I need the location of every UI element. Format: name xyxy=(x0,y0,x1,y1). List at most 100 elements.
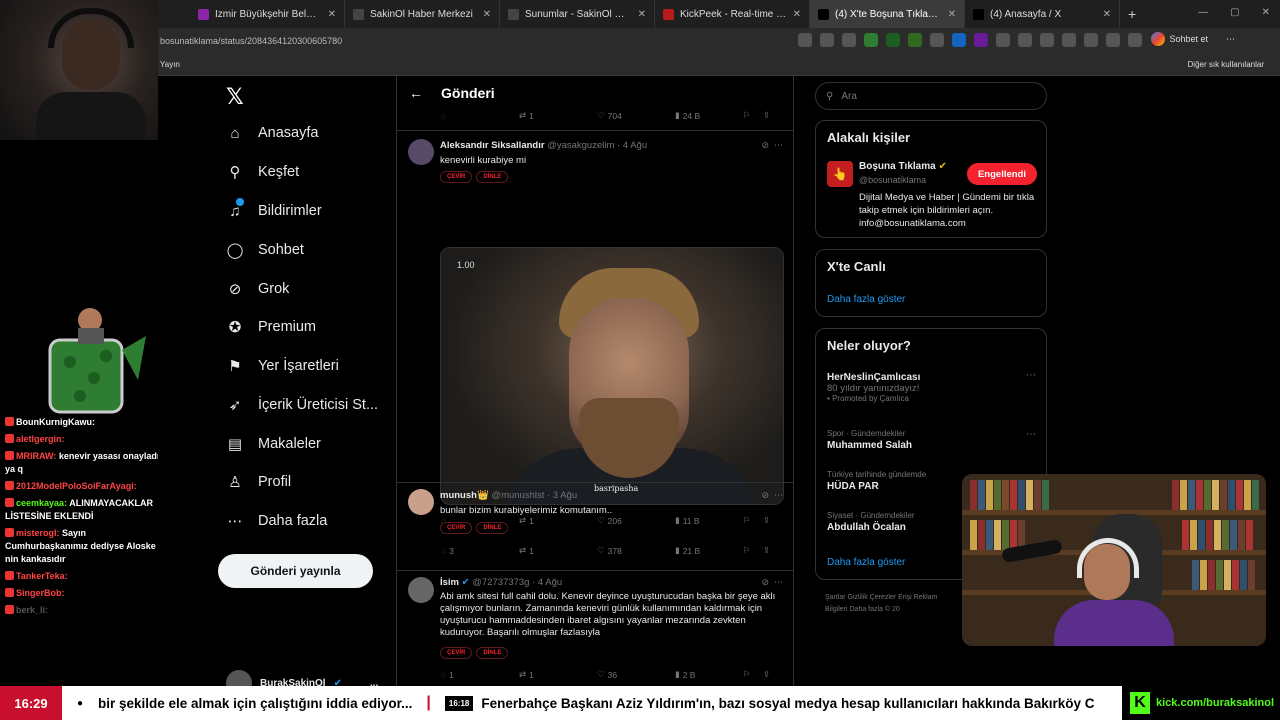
footer-links[interactable]: Şartlar Gizlilik Çerezler Erişi Reklam B… xyxy=(825,592,955,616)
show-more-link[interactable]: Daha fazla göster xyxy=(827,294,905,305)
nav-item-profile[interactable]: ♙ Profil xyxy=(226,473,291,491)
chat-username[interactable]: misterogl: xyxy=(16,528,60,538)
author-handle[interactable]: @munushlst · 3 Ağu xyxy=(491,490,577,501)
post-menu-icon[interactable]: ⊘ ⋯ xyxy=(761,490,783,501)
browser-tab[interactable]: SakinOl Haber Merkezi ✕ xyxy=(345,0,500,28)
extension-icon[interactable] xyxy=(1062,33,1076,47)
reply-post[interactable]: İsim ✔ @72737373g · 4 Ağu ⊘ ⋯ Abi amk si… xyxy=(397,570,793,686)
back-arrow-icon[interactable]: ← xyxy=(409,85,423,101)
trend-more-icon[interactable]: ⋯ xyxy=(1026,429,1036,440)
translate-chip[interactable]: ÇEVİR xyxy=(440,522,473,534)
browser-tab[interactable]: İzmir Büyükşehir Belediyesi'nde y ✕ xyxy=(190,0,345,28)
extension-icon[interactable] xyxy=(864,33,878,47)
trend-item[interactable]: HerNeslinÇamlıcası 80 yıldır yanınızdayı… xyxy=(827,370,920,403)
reply-button[interactable]: ◌ xyxy=(441,111,519,121)
avatar[interactable] xyxy=(408,139,434,165)
chat-username[interactable]: MRIRAW: xyxy=(16,451,56,461)
chat-username[interactable]: TankerTeka: xyxy=(16,571,68,581)
trend-item[interactable]: Siyaset · Gündemdekiler Abdullah Öcalan xyxy=(827,511,915,533)
bookmark-icon[interactable]: ⚐ xyxy=(743,545,763,556)
chat-username[interactable]: SingerBob: xyxy=(16,588,65,598)
avatar[interactable] xyxy=(408,577,434,603)
share-icon[interactable]: ⇪ xyxy=(763,545,770,556)
repost-button[interactable]: ⇄ 1 xyxy=(519,110,597,121)
share-icon[interactable]: ⇪ xyxy=(763,110,770,121)
other-bookmarks[interactable]: Diğer sık kullanılanlar xyxy=(1188,60,1264,69)
post-button[interactable]: Gönderi yayınla xyxy=(218,554,373,588)
related-name[interactable]: Boşuna Tıklama ✔ xyxy=(859,161,947,172)
trend-item[interactable]: Spor · Gündemdekiler Muhammed Salah xyxy=(827,429,912,451)
x-logo-icon[interactable]: 𝕏 xyxy=(226,84,244,110)
window-controls[interactable]: — ▢ ✕ xyxy=(1198,7,1270,18)
bookmark-icon[interactable]: ⚐ xyxy=(743,110,763,121)
extension-icon[interactable] xyxy=(798,33,812,47)
extension-icon[interactable] xyxy=(1106,33,1120,47)
author-name[interactable]: Aleksandır Siksallandır xyxy=(440,140,545,151)
nav-item-rocket[interactable]: ➶ İçerik Üreticisi St... xyxy=(226,396,378,414)
nav-item-more[interactable]: ⋯ Daha fazla xyxy=(226,512,328,530)
chat-username[interactable]: 2012ModelPoloSoiFarAyagi: xyxy=(16,481,137,491)
translate-chip[interactable]: ÇEVİR xyxy=(440,647,473,659)
chat-username[interactable]: aletlgergin: xyxy=(16,434,65,444)
minimize-icon[interactable]: — xyxy=(1198,7,1208,18)
close-tab-icon[interactable]: ✕ xyxy=(1103,9,1111,20)
extension-icon[interactable] xyxy=(886,33,900,47)
extension-icon[interactable] xyxy=(1128,33,1142,47)
extension-icon[interactable] xyxy=(1040,33,1054,47)
extension-icon[interactable] xyxy=(1084,33,1098,47)
reply-button[interactable]: ◌ 3 xyxy=(441,546,519,556)
post-menu-icon[interactable]: ⊘ ⋯ xyxy=(761,140,783,151)
like-button[interactable]: ♡ 704 xyxy=(597,110,675,121)
listen-chip[interactable]: DİNLE xyxy=(476,522,509,534)
bookmark-folder[interactable]: Yayın xyxy=(160,60,180,69)
translate-chip[interactable]: ÇEVİR xyxy=(440,171,473,183)
post-video[interactable]: 1.00 basripasha xyxy=(440,247,784,505)
browser-tab[interactable]: (4) X'te Boşuna Tıklama: "An ✕ xyxy=(810,0,965,28)
nav-item-bell[interactable]: ♫ Bildirimler xyxy=(226,198,322,220)
extension-icon[interactable] xyxy=(1018,33,1032,47)
author-name[interactable]: İsim xyxy=(440,577,459,588)
new-tab-button[interactable]: + xyxy=(1128,6,1136,22)
nav-item-bookmark[interactable]: ⚑ Yer İşaretleri xyxy=(226,357,339,375)
author-handle[interactable]: @yasakguzelim · 4 Ağu xyxy=(547,140,647,151)
nav-item-article[interactable]: ▤ Makaleler xyxy=(226,435,321,453)
like-button[interactable]: ♡ 378 xyxy=(597,545,675,556)
repost-button[interactable]: ⇄ 1 xyxy=(519,545,597,556)
close-tab-icon[interactable]: ✕ xyxy=(948,9,956,20)
close-window-icon[interactable]: ✕ xyxy=(1262,7,1270,18)
share-icon[interactable]: ⇪ xyxy=(763,669,770,680)
show-more-link[interactable]: Daha fazla göster xyxy=(827,557,905,568)
author-name[interactable]: munush👑 xyxy=(440,490,489,501)
chat-username[interactable]: BounKurnigKawu: xyxy=(16,417,95,427)
maximize-icon[interactable]: ▢ xyxy=(1230,7,1239,18)
listen-chip[interactable]: DİNLE xyxy=(476,171,509,183)
close-tab-icon[interactable]: ✕ xyxy=(483,9,491,20)
listen-chip[interactable]: DİNLE xyxy=(476,647,509,659)
chat-username[interactable]: berk_li: xyxy=(16,605,48,615)
browser-tab[interactable]: Sunumlar - SakinOl Haber Merke ✕ xyxy=(500,0,655,28)
bookmark-icon[interactable]: ⚐ xyxy=(743,669,763,680)
browser-tab[interactable]: (4) Anasayfa / X ✕ xyxy=(965,0,1120,28)
extension-icon[interactable] xyxy=(908,33,922,47)
avatar[interactable]: 👆 xyxy=(827,161,853,187)
blocked-button[interactable]: Engellendi xyxy=(967,163,1037,185)
author-handle[interactable]: @72737373g · 4 Ağu xyxy=(472,577,562,588)
nav-item-premium[interactable]: ✪ Premium xyxy=(226,318,316,336)
repost-button[interactable]: ⇄ 1 xyxy=(519,669,597,680)
nav-item-home[interactable]: ⌂ Anasayfa xyxy=(226,124,318,142)
extension-icon[interactable] xyxy=(820,33,834,47)
chat-username[interactable]: ceemkayaa: xyxy=(16,498,67,508)
copilot-button[interactable]: Sohbet et ⋯ xyxy=(1151,32,1235,46)
browser-tab[interactable]: KickPeek - Real-time URL Crawler ✕ xyxy=(655,0,810,28)
extension-icon[interactable] xyxy=(952,33,966,47)
star-icon[interactable] xyxy=(842,33,856,47)
reply-post[interactable]: Aleksandır Siksallandır @yasakguzelim · … xyxy=(397,130,793,526)
trend-more-icon[interactable]: ⋯ xyxy=(1026,370,1036,381)
post-menu-icon[interactable]: ⊘ ⋯ xyxy=(761,577,783,588)
reply-post[interactable]: munush👑 @munushlst · 3 Ağu ⊘ ⋯ bunlar bi… xyxy=(397,482,793,570)
more-icon[interactable]: ⋯ xyxy=(1226,34,1235,45)
nav-item-grok[interactable]: ⊘ Grok xyxy=(226,280,290,298)
trend-item[interactable]: Türkiye tarihinde gündemde HÜDA PAR xyxy=(827,470,926,492)
extension-icon[interactable] xyxy=(996,33,1010,47)
close-tab-icon[interactable]: ✕ xyxy=(328,9,336,20)
